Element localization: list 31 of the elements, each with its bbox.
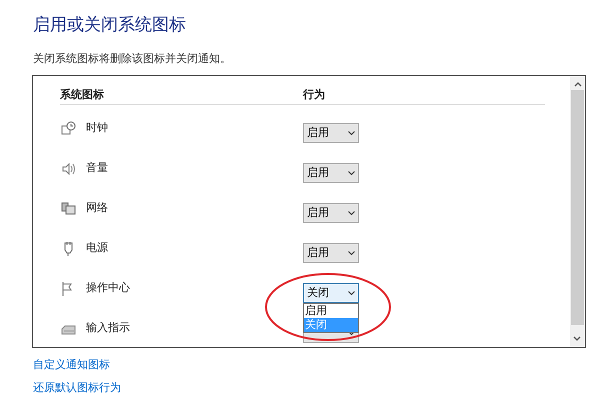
chevron-down-icon: [348, 290, 355, 296]
scroll-up-icon[interactable]: [574, 81, 582, 87]
behavior-dropdown[interactable]: 启用: [303, 123, 359, 143]
chevron-down-icon: [348, 250, 355, 256]
behavior-dropdown[interactable]: 关闭: [303, 283, 359, 303]
dropdown-option[interactable]: 启用: [304, 304, 358, 318]
behavior-dropdown[interactable]: 启用: [303, 243, 359, 263]
system-icon-label: 时钟: [86, 120, 109, 136]
chevron-down-icon: [348, 130, 355, 136]
description-text: 关闭系统图标将删除该图标并关闭通知。: [33, 52, 231, 66]
system-icon-label: 音量: [86, 160, 109, 176]
scrollbar[interactable]: [570, 76, 585, 347]
clock-icon: [61, 120, 76, 136]
column-header: 系统图标: [60, 88, 105, 102]
system-icon-label: 网络: [86, 200, 109, 216]
behavior-dropdown[interactable]: 启用: [303, 163, 359, 183]
column-header: 行为: [303, 88, 325, 102]
chevron-down-icon: [348, 330, 355, 336]
behavior-dropdown[interactable]: 启用: [303, 203, 359, 223]
network-icon: [61, 200, 76, 216]
chevron-down-icon: [348, 170, 355, 176]
scroll-thumb[interactable]: [571, 90, 584, 325]
page-title: 启用或关闭系统图标: [33, 14, 186, 36]
link[interactable]: 还原默认图标行为: [33, 381, 121, 396]
system-icon-label: 操作中心: [86, 280, 131, 296]
system-icon-label: 输入指示: [86, 320, 131, 336]
link[interactable]: 自定义通知图标: [33, 358, 110, 373]
system-icon-label: 电源: [86, 240, 109, 256]
speaker-icon: [61, 160, 76, 176]
scroll-down-icon[interactable]: [573, 336, 581, 342]
chevron-down-icon: [348, 210, 355, 216]
